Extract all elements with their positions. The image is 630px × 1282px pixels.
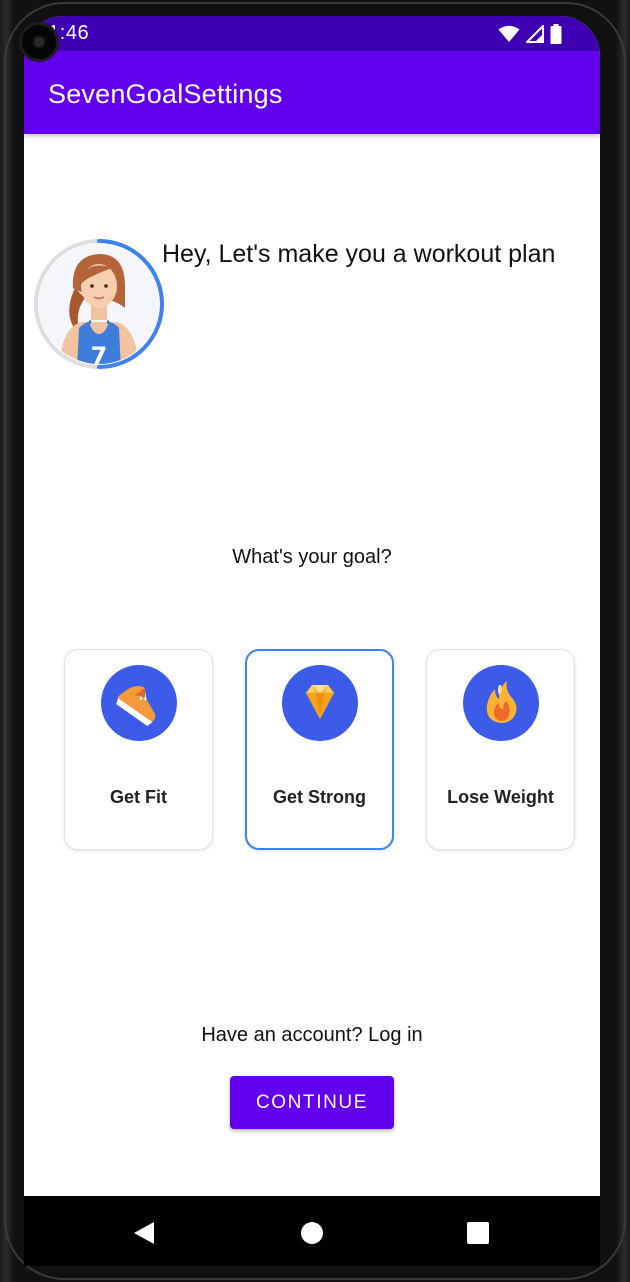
goal-label-lose-weight: Lose Weight [447, 787, 554, 807]
goal-card-get-fit[interactable]: Get Fit [64, 649, 213, 850]
greeting-text: Hey, Let's make you a workout plan [162, 240, 556, 268]
wifi-icon [498, 25, 520, 42]
goal-label-get-strong: Get Strong [273, 787, 366, 807]
running-shoe-icon [101, 665, 177, 741]
home-icon[interactable] [297, 1218, 327, 1248]
flame-icon [463, 665, 539, 741]
device-frame: 11:46 SevenGoalSettings 7 Hey, Let's mak… [0, 0, 630, 1282]
goal-card-get-strong[interactable]: Get Strong [245, 649, 394, 850]
battery-icon [550, 24, 562, 44]
status-bar: 11:46 [24, 16, 600, 51]
app-title: SevenGoalSettings [48, 79, 283, 109]
front-camera [19, 22, 59, 62]
goal-card-lose-weight[interactable]: Lose Weight [426, 649, 575, 850]
diamond-icon [282, 665, 358, 741]
continue-button[interactable]: CONTINUE [230, 1076, 394, 1129]
avatar: 7 [33, 238, 165, 370]
back-icon[interactable] [130, 1218, 160, 1248]
cell-signal-icon [526, 25, 544, 43]
goal-label-get-fit: Get Fit [110, 787, 167, 807]
avatar-illustration: 7 [34, 239, 164, 369]
app-bar: SevenGoalSettings [24, 51, 600, 134]
navigation-bar [24, 1196, 600, 1266]
goal-question: What's your goal? [232, 546, 392, 568]
status-icons [498, 24, 562, 44]
recents-icon[interactable] [463, 1218, 493, 1248]
login-link[interactable]: Have an account? Log in [24, 1024, 600, 1047]
screen: 11:46 SevenGoalSettings 7 Hey, Let's mak… [24, 16, 600, 1196]
